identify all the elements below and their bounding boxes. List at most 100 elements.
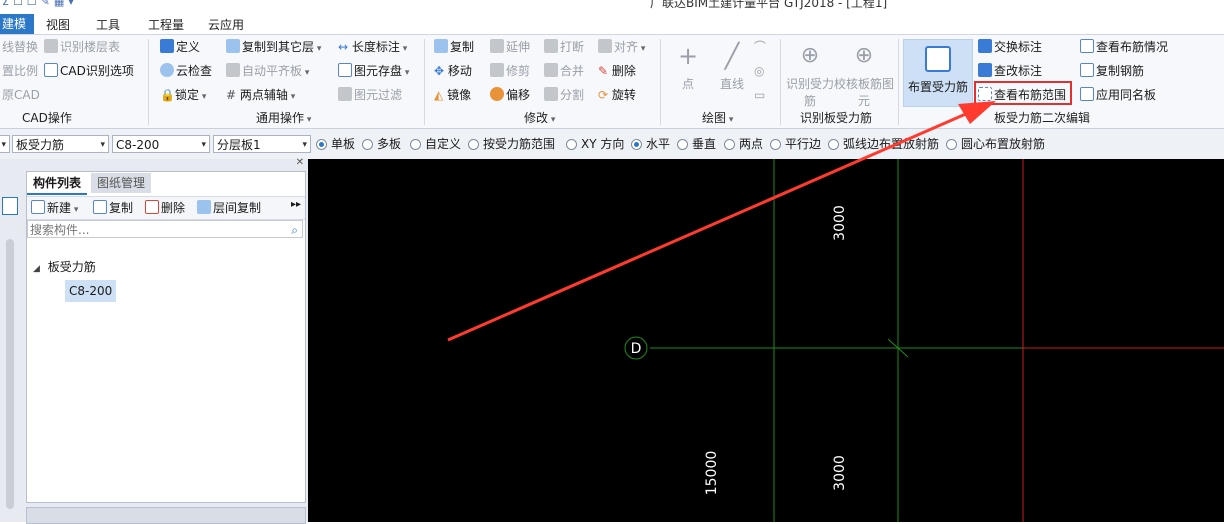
radio-custom[interactable]: 自定义 <box>410 136 461 152</box>
more-tools-icon[interactable]: ▸▸ <box>291 199 301 210</box>
draw-group-label[interactable]: 绘图 <box>702 109 733 126</box>
radio-by-rebar-range[interactable]: 按受力筋范围 <box>468 136 555 152</box>
copy-between-floors-button[interactable]: 层间复制 <box>197 199 261 216</box>
trim-button[interactable]: 修剪 <box>490 61 530 81</box>
chevron-down-icon: ▾ <box>100 140 105 150</box>
dimension-text-top: 3000 <box>832 205 848 241</box>
check-edit-label-button[interactable]: 查改标注 <box>978 61 1042 81</box>
offset-button[interactable]: 偏移 <box>490 85 530 105</box>
modify-group-label[interactable]: 修改 <box>524 109 555 126</box>
tree-root-node[interactable]: ◢ 板受力筋 <box>33 258 96 275</box>
quick-access-toolbar[interactable]: Σ☐☐✎▦▾ <box>2 0 78 8</box>
lock-button[interactable]: 🔒锁定 <box>160 85 206 105</box>
group-divider <box>148 39 149 125</box>
radio-single-slab[interactable]: 单板 <box>316 136 355 152</box>
move-button[interactable]: ✥ 移动 <box>434 61 472 81</box>
cad-drawing: D 3000 3000 15000 <box>624 159 1224 522</box>
break-button[interactable]: 打断 <box>544 37 584 57</box>
merge-button[interactable]: 合并 <box>544 61 584 81</box>
draw-line-button[interactable]: ╱ 直线 <box>712 41 752 92</box>
radio-dot <box>946 139 957 150</box>
align-button[interactable]: 对齐 <box>598 37 645 57</box>
close-icon[interactable]: ✕ <box>296 157 304 168</box>
swap-label-button[interactable]: 交换标注 <box>978 37 1042 57</box>
radio-horizontal[interactable]: 水平 <box>631 136 670 152</box>
copy-button[interactable]: 复制 <box>434 37 474 57</box>
delete-button[interactable]: ✎ 删除 <box>598 61 636 81</box>
two-point-aux-axis-button[interactable]: # 两点辅轴 <box>226 85 295 105</box>
view-rebar-status-button[interactable]: 查看布筋情况 <box>1080 37 1168 57</box>
rotate-button[interactable]: ⟳ 旋转 <box>598 85 636 105</box>
radio-parallel-edge[interactable]: 平行边 <box>770 136 821 152</box>
menu-tools[interactable]: 工具 <box>96 16 120 33</box>
element-save-button[interactable]: 图元存盘 <box>338 61 409 81</box>
eraser-icon: ✎ <box>598 64 609 78</box>
radio-center-radial[interactable]: 圆心布置放射筋 <box>946 136 1045 152</box>
filter-icon <box>338 87 352 101</box>
circle-tool-button[interactable]: ◎ <box>754 61 764 81</box>
radio-dot <box>677 139 688 150</box>
check-slab-rebar-button[interactable]: ⊕ 校核板筋图元 <box>834 41 894 109</box>
define-icon <box>160 39 174 53</box>
chevron-down-icon: ▾ <box>1 140 6 150</box>
length-dimension-button[interactable]: ↔ 长度标注 <box>338 37 407 57</box>
cad-identify-options-button[interactable]: CAD识别选项 <box>44 61 134 81</box>
copy-rebar-button[interactable]: 复制钢筋 <box>1080 61 1144 81</box>
mirror-button[interactable]: ◭ 镜像 <box>434 85 471 105</box>
menu-view[interactable]: 视图 <box>46 16 70 33</box>
arc-tool-button[interactable]: ⌒ <box>754 37 766 57</box>
radio-vertical[interactable]: 垂直 <box>677 136 716 152</box>
menu-quantity[interactable]: 工程量 <box>148 16 184 33</box>
chevron-down-icon: ▾ <box>302 140 307 150</box>
panel-toggle-icon[interactable] <box>2 197 18 215</box>
copy-icon <box>434 39 448 53</box>
identify-icon: ⊕ <box>800 43 820 68</box>
view-status-icon <box>1080 39 1094 53</box>
property-toolbar: ▾ 板受力筋 ▾ C8-200 ▾ 分层板1 ▾ 单板 多板 自定义 按受力筋范围 X… <box>0 129 1224 160</box>
tree-child-node[interactable]: C8-200 <box>65 280 117 302</box>
new-component-button[interactable]: 新建 <box>31 199 78 216</box>
left-scrollbar[interactable] <box>6 239 14 509</box>
partial-select[interactable]: ▾ <box>0 135 10 153</box>
cad-line-replace-button[interactable]: 线替换 <box>0 37 38 57</box>
define-button[interactable]: 定义 <box>160 37 200 57</box>
tab-component-list[interactable]: 构件列表 <box>27 173 88 195</box>
set-scale-button[interactable]: 置比例 <box>0 61 38 81</box>
cloud-check-button[interactable]: 云检查 <box>160 61 212 81</box>
rect-tool-button[interactable]: ▭ <box>754 85 765 105</box>
component-type-select[interactable]: 板受力筋 ▾ <box>12 135 109 153</box>
move-icon: ✥ <box>434 64 445 78</box>
drawing-canvas[interactable]: D 3000 3000 15000 <box>308 159 1224 522</box>
align-icon <box>598 39 612 53</box>
radio-multi-slab[interactable]: 多板 <box>362 136 401 152</box>
group-divider <box>660 39 661 125</box>
layer-select[interactable]: 分层板1 ▾ <box>213 135 311 153</box>
radio-xy-direction[interactable]: XY 方向 <box>566 136 624 152</box>
copy-floor-icon <box>226 39 240 53</box>
extend-button[interactable]: 延伸 <box>490 37 530 57</box>
place-rebar-button[interactable]: 布置受力筋 <box>903 39 973 107</box>
apply-same-name-slab-button[interactable]: 应用同名板 <box>1080 85 1156 105</box>
radio-two-point[interactable]: 两点 <box>724 136 763 152</box>
delete-component-button[interactable]: 删除 <box>145 199 185 216</box>
point-icon: + <box>677 42 699 70</box>
draw-point-button[interactable]: + 点 <box>670 41 706 92</box>
offset-icon <box>490 87 504 101</box>
auto-flush-slab-button[interactable]: 自动平齐板 <box>226 61 309 81</box>
common-group-label[interactable]: 通用操作 <box>256 109 311 126</box>
original-cad-button[interactable]: 原CAD <box>0 85 40 105</box>
split-button[interactable]: 分割 <box>544 85 584 105</box>
identify-floor-table-button[interactable]: 识别楼层表 <box>44 37 120 57</box>
copy-component-button[interactable]: 复制 <box>93 199 133 216</box>
search-input[interactable]: 搜索构件... ⌕ <box>27 220 303 238</box>
tab-drawing-management[interactable]: 图纸管理 <box>91 173 152 193</box>
radio-arc-radial[interactable]: 弧线边布置放射筋 <box>828 136 939 152</box>
cloud-icon <box>160 63 174 77</box>
group-divider <box>424 39 425 125</box>
component-spec-select[interactable]: C8-200 ▾ <box>112 135 210 153</box>
menu-cloud[interactable]: 云应用 <box>208 16 244 33</box>
menu-modeling[interactable]: 建模 <box>0 14 35 34</box>
identify-rebar-button[interactable]: ⊕ 识别受力筋 <box>786 41 834 109</box>
element-filter-button[interactable]: 图元过滤 <box>338 85 402 105</box>
copy-to-other-floor-button[interactable]: 复制到其它层 <box>226 37 321 57</box>
